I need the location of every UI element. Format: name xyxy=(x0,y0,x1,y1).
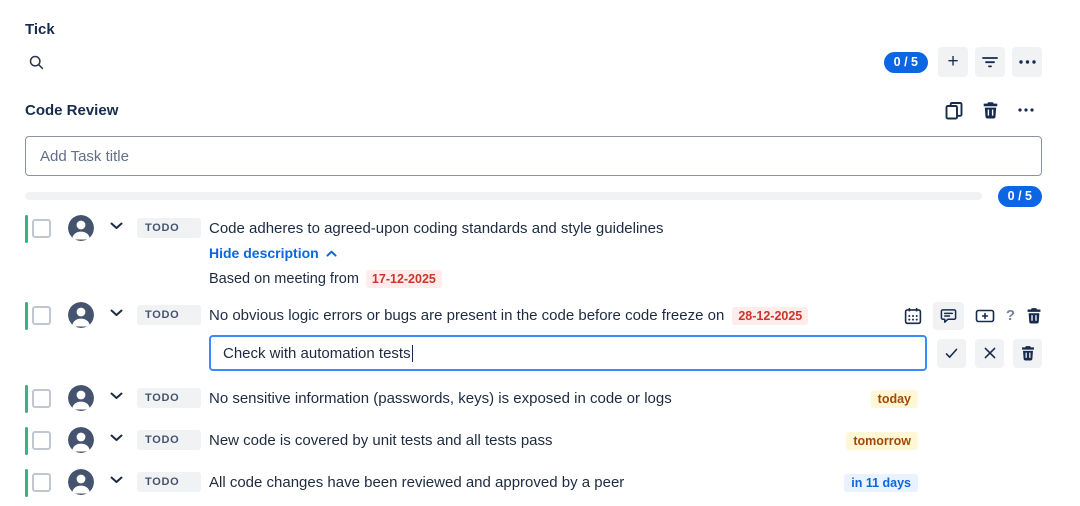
task-content: No obvious logic errors or bugs are pres… xyxy=(209,301,1042,371)
status-badge[interactable]: TODO xyxy=(137,218,201,238)
task-title[interactable]: All code changes have been reviewed and … xyxy=(209,474,624,491)
status-badge[interactable]: TODO xyxy=(137,388,201,408)
task-row: TODO Code adheres to agreed-upon coding … xyxy=(25,214,1042,288)
task-checkbox[interactable] xyxy=(32,473,51,492)
task-checkbox[interactable] xyxy=(32,389,51,408)
assignee-avatar[interactable] xyxy=(68,302,94,328)
chevron-down-icon[interactable] xyxy=(110,392,123,400)
task-title-edit-input[interactable]: Check with automation tests xyxy=(209,335,927,371)
due-date-badge: 28-12-2025 xyxy=(732,306,809,325)
checklist-actions xyxy=(945,101,1034,120)
cancel-edit-button[interactable] xyxy=(975,338,1004,368)
help-icon[interactable]: ? xyxy=(1006,307,1015,324)
text-caret xyxy=(411,344,414,362)
task-checkbox[interactable] xyxy=(32,306,51,325)
task-row: TODO No sensitive information (passwords… xyxy=(25,384,1042,413)
due-label-badge: tomorrow xyxy=(846,431,918,450)
comment-icon xyxy=(940,308,957,324)
search-icon[interactable] xyxy=(28,54,45,71)
assignee-avatar[interactable] xyxy=(68,215,94,241)
progress-section: 0 / 5 xyxy=(25,185,1042,207)
trash-icon xyxy=(1021,345,1035,361)
task-checkbox[interactable] xyxy=(32,431,51,450)
checklist-progress-badge: 0 / 5 xyxy=(883,51,928,73)
trash-icon xyxy=(982,101,999,119)
chevron-down-icon[interactable] xyxy=(110,309,123,317)
filter-button[interactable] xyxy=(975,47,1005,77)
task-description: Hide description Based on meeting from 1… xyxy=(209,245,1042,288)
task-checkbox[interactable] xyxy=(32,219,51,238)
task-content: Code adheres to agreed-upon coding stand… xyxy=(209,214,1042,288)
hide-description-link[interactable]: Hide description xyxy=(209,245,337,261)
task-content: All code changes have been reviewed and … xyxy=(209,468,1042,497)
status-badge[interactable]: TODO xyxy=(137,472,201,492)
chevron-up-icon xyxy=(326,250,337,257)
task-title[interactable]: No sensitive information (passwords, key… xyxy=(209,390,672,407)
assignee-avatar[interactable] xyxy=(68,385,94,411)
due-label-badge: today xyxy=(870,389,918,408)
delete-task-button[interactable] xyxy=(1013,338,1042,368)
task-content: No sensitive information (passwords, key… xyxy=(209,384,1042,413)
task-status-bar xyxy=(25,302,28,330)
checklist-more-button[interactable] xyxy=(1018,108,1034,112)
task-edit-row: Check with automation tests xyxy=(209,335,1042,371)
due-date-button[interactable] xyxy=(904,307,922,325)
delete-checklist-button[interactable] xyxy=(982,101,999,119)
delete-task-button[interactable] xyxy=(1026,307,1042,324)
add-task-title-input[interactable] xyxy=(25,136,1042,176)
task-content: New code is covered by unit tests and al… xyxy=(209,426,1042,455)
task-title[interactable]: Code adheres to agreed-upon coding stand… xyxy=(209,220,663,237)
task-title[interactable]: No obvious logic errors or bugs are pres… xyxy=(209,307,724,324)
task-list: TODO Code adheres to agreed-upon coding … xyxy=(25,214,1042,497)
convert-to-issue-button[interactable] xyxy=(975,308,995,324)
status-badge[interactable]: TODO xyxy=(137,430,201,450)
task-status-bar xyxy=(25,215,28,243)
checklist-header: Code Review xyxy=(25,97,1042,123)
tick-panel: Tick 0 / 5 + Code Review Add Task title … xyxy=(0,0,1080,497)
task-title[interactable]: New code is covered by unit tests and al… xyxy=(209,432,553,449)
description-text: Based on meeting from xyxy=(209,271,359,287)
plus-icon: + xyxy=(947,50,959,72)
filter-icon xyxy=(982,55,998,69)
app-title: Tick xyxy=(25,21,55,38)
more-options-button[interactable] xyxy=(1012,47,1042,77)
more-icon xyxy=(1018,108,1034,112)
status-badge[interactable]: TODO xyxy=(137,305,201,325)
trash-icon xyxy=(1026,307,1042,324)
task-actions: ? xyxy=(904,301,1042,330)
add-task-button[interactable]: + xyxy=(938,47,968,77)
task-row: TODO All code changes have been reviewed… xyxy=(25,468,1042,497)
progress-badge: 0 / 5 xyxy=(997,185,1042,207)
chevron-down-icon[interactable] xyxy=(110,434,123,442)
assignee-avatar[interactable] xyxy=(68,427,94,453)
checklist-title: Code Review xyxy=(25,101,119,119)
toolbar-actions: 0 / 5 + xyxy=(883,47,1042,77)
due-label-badge: in 11 days xyxy=(844,473,918,492)
chevron-down-icon[interactable] xyxy=(110,222,123,230)
copy-checklist-button[interactable] xyxy=(945,101,963,120)
chevron-down-icon[interactable] xyxy=(110,476,123,484)
comment-button[interactable] xyxy=(932,301,964,330)
calendar-icon xyxy=(904,307,922,325)
confirm-edit-button[interactable] xyxy=(937,338,966,368)
task-status-bar xyxy=(25,385,28,413)
due-date-badge: 17-12-2025 xyxy=(365,270,442,288)
progress-bar xyxy=(25,192,982,200)
task-status-bar xyxy=(25,427,28,455)
task-status-bar xyxy=(25,469,28,497)
task-row: TODO No obvious logic errors or bugs are… xyxy=(25,301,1042,371)
task-row: TODO New code is covered by unit tests a… xyxy=(25,426,1042,455)
assignee-avatar[interactable] xyxy=(68,469,94,495)
check-icon xyxy=(945,348,958,359)
copy-icon xyxy=(945,101,963,120)
card-plus-icon xyxy=(975,308,995,324)
close-icon xyxy=(984,347,996,359)
more-icon xyxy=(1018,60,1036,64)
toolbar: 0 / 5 + xyxy=(25,47,1042,77)
